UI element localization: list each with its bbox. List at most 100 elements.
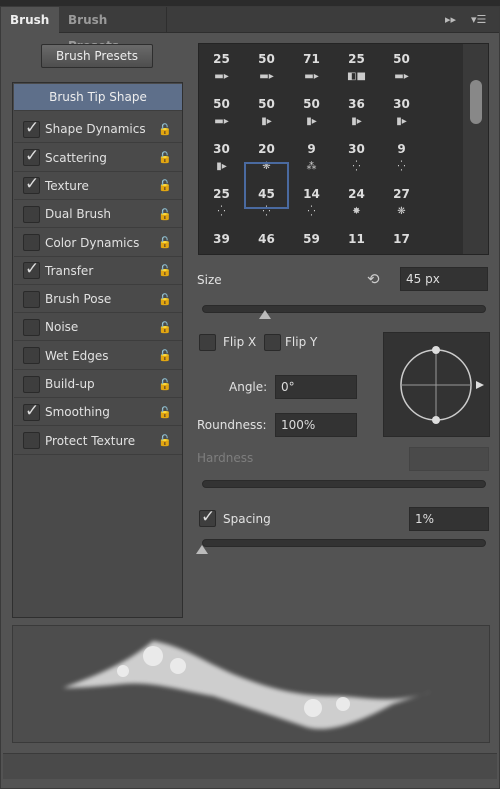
brush-tip[interactable]: 25 ▬▸ <box>199 44 244 89</box>
fast-forward-icon[interactable]: ▸▸ <box>445 13 456 26</box>
settings-checkbox[interactable] <box>23 118 40 138</box>
lock-icon[interactable]: 🔓 <box>158 349 174 362</box>
brush-tip[interactable]: 39 <box>199 224 244 254</box>
tab-brush[interactable]: Brush <box>1 7 59 33</box>
brush-tip[interactable]: 59 <box>289 224 334 254</box>
settings-checkbox[interactable] <box>23 290 40 308</box>
flip-x-checkbox[interactable] <box>199 334 216 351</box>
settings-item-transfer[interactable]: Transfer 🔓 <box>14 258 182 285</box>
settings-item-wet-edges[interactable]: Wet Edges 🔓 <box>14 343 182 370</box>
settings-checkbox[interactable] <box>23 432 40 450</box>
settings-checkbox[interactable] <box>23 174 40 195</box>
brush-size-label: 46 <box>258 232 275 246</box>
brush-size-label: 71 <box>303 52 320 66</box>
brush-tip[interactable]: 24 ✸ <box>334 179 379 224</box>
lock-icon[interactable]: 🔓 <box>158 406 174 419</box>
brush-size-label: 24 <box>348 187 365 201</box>
settings-checkbox[interactable] <box>23 205 40 223</box>
brush-presets-button[interactable]: Brush Presets <box>41 44 153 68</box>
angle-label: Angle: <box>229 380 268 394</box>
brush-tip-thumbnail: ▮▸ <box>396 116 407 127</box>
brush-tip[interactable]: 25 ◧■ <box>334 44 379 89</box>
panel-menu-icon[interactable]: ▾☰ <box>471 13 486 26</box>
lock-icon[interactable]: 🔓 <box>158 378 174 391</box>
flip-y-checkbox[interactable] <box>264 334 281 351</box>
brush-size-label: 11 <box>348 232 365 246</box>
settings-checkbox[interactable] <box>23 146 40 167</box>
brush-tip[interactable]: 11 <box>334 224 379 254</box>
settings-checkbox[interactable] <box>23 375 40 393</box>
reset-size-icon[interactable]: ⟲ <box>367 270 380 288</box>
brush-tip-thumbnail: ✸ <box>352 206 361 217</box>
brush-tip[interactable]: 17 <box>379 224 424 254</box>
brush-tip[interactable]: 50 ▬▸ <box>199 89 244 134</box>
settings-checkbox[interactable] <box>23 401 40 421</box>
brush-tip-thumbnail: ⁂ <box>306 161 317 172</box>
angle-roundness-widget[interactable] <box>383 332 490 437</box>
lock-icon[interactable]: 🔓 <box>158 293 174 306</box>
brush-tip[interactable]: 36 ▮▸ <box>334 89 379 134</box>
spacing-checkbox[interactable] <box>199 507 216 527</box>
settings-checkbox[interactable] <box>23 259 40 280</box>
brush-size-label: 25 <box>348 52 365 66</box>
settings-item-scattering[interactable]: Scattering 🔓 <box>14 145 182 172</box>
settings-item-brush-pose[interactable]: Brush Pose 🔓 <box>14 286 182 314</box>
brush-tip[interactable]: 30 ▮▸ <box>199 134 244 179</box>
brush-tip[interactable]: 14 ⁛ <box>289 179 334 224</box>
brush-angle-diagram <box>400 346 484 424</box>
angle-input[interactable]: 0° <box>275 375 357 399</box>
settings-checkbox[interactable] <box>23 234 40 251</box>
lock-icon[interactable]: 🔓 <box>158 151 174 164</box>
brush-tip[interactable]: 71 ▬▸ <box>289 44 334 89</box>
settings-item-texture[interactable]: Texture 🔓 <box>14 173 182 200</box>
brush-tip[interactable]: 25 ⁛ <box>199 179 244 224</box>
brush-tip[interactable]: 30 ▮▸ <box>379 89 424 134</box>
brush-tip-thumbnail: ▮▸ <box>216 161 227 172</box>
settings-item-label: Build-up <box>45 377 95 391</box>
scrollbar[interactable] <box>463 44 488 254</box>
settings-checkbox[interactable] <box>23 347 40 365</box>
brush-tip[interactable]: 9 ⁂ <box>289 134 334 179</box>
spacing-slider[interactable] <box>202 539 486 547</box>
brush-tip[interactable]: 50 ▮▸ <box>244 89 289 134</box>
size-slider-knob[interactable] <box>258 310 271 319</box>
brush-tip-grid: 25 ▬▸ 50 ▬▸ 71 ▬▸ 25 ◧■ 50 ▬▸ 50 ▬▸ 50 ▮▸ 50 ▮▸ 36 ▮▸ 30 ▮▸… <box>198 43 489 255</box>
flip-y-label: Flip Y <box>285 335 318 349</box>
brush-tip[interactable]: 27 ❋ <box>379 179 424 224</box>
lock-icon[interactable]: 🔓 <box>158 208 174 221</box>
settings-item-noise[interactable]: Noise 🔓 <box>14 314 182 342</box>
spacing-slider-knob[interactable] <box>196 545 208 554</box>
size-slider[interactable] <box>202 305 486 313</box>
brush-tip-thumbnail: ⁛ <box>217 206 226 217</box>
settings-item-color-dynamics[interactable]: Color Dynamics 🔓 <box>14 230 182 257</box>
brush-tip[interactable]: 50 ▬▸ <box>379 44 424 89</box>
tab-brush-presets[interactable]: Brush Presets <box>59 7 167 53</box>
brush-size-label: 30 <box>348 142 365 156</box>
brush-tip[interactable]: 50 ▬▸ <box>244 44 289 89</box>
lock-icon[interactable]: 🔓 <box>158 321 174 334</box>
lock-icon[interactable]: 🔓 <box>158 264 174 277</box>
brush-tip[interactable]: 46 <box>244 224 289 254</box>
brush-size-label: 36 <box>348 97 365 111</box>
tab-bar: Brush Brush Presets ▸▸ ▾☰ <box>1 7 499 53</box>
spacing-input[interactable]: 1% <box>409 507 489 531</box>
brush-tip[interactable]: 50 ▮▸ <box>289 89 334 134</box>
lock-icon[interactable]: 🔓 <box>158 179 174 192</box>
settings-item-dual-brush[interactable]: Dual Brush 🔓 <box>14 201 182 229</box>
settings-item-build-up[interactable]: Build-up 🔓 <box>14 371 182 398</box>
settings-item-smoothing[interactable]: Smoothing 🔓 <box>14 399 182 427</box>
roundness-input[interactable]: 100% <box>275 413 357 437</box>
size-label: Size <box>197 273 222 287</box>
scrollbar-thumb[interactable] <box>470 80 482 124</box>
lock-icon[interactable]: 🔓 <box>158 236 174 249</box>
settings-item-brush-tip-shape[interactable]: Brush Tip Shape <box>14 84 182 111</box>
settings-checkbox[interactable] <box>23 318 40 336</box>
lock-icon[interactable]: 🔓 <box>158 434 174 447</box>
settings-item-protect-texture[interactable]: Protect Texture 🔓 <box>14 428 182 455</box>
settings-item-shape-dynamics[interactable]: Shape Dynamics 🔓 <box>14 116 182 144</box>
size-input[interactable]: 45 px <box>400 267 488 291</box>
brush-tip[interactable]: 30 ⁛ <box>334 134 379 179</box>
lock-icon[interactable]: 🔓 <box>158 123 174 136</box>
brush-tip[interactable]: 9 ⁛ <box>379 134 424 179</box>
brush-size-label: 25 <box>213 187 230 201</box>
